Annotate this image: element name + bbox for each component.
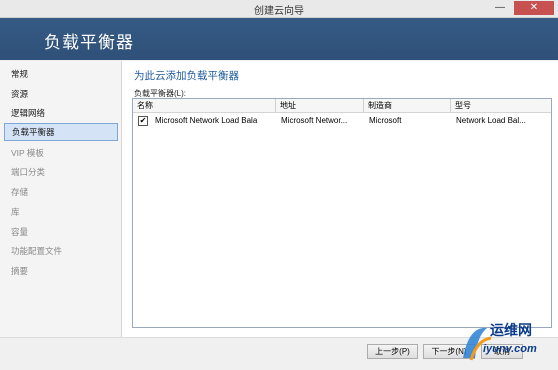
cell-model: Network Load Bal... bbox=[456, 116, 526, 125]
row-checkbox[interactable]: ✔ bbox=[138, 116, 148, 126]
sidebar-item-resources[interactable]: 资源 bbox=[4, 85, 118, 103]
sidebar-item-summary[interactable]: 摘要 bbox=[4, 262, 118, 280]
table-row[interactable]: ✔ Microsoft Network Load Bala Microsoft … bbox=[133, 114, 551, 127]
column-header-name[interactable]: 名称 bbox=[133, 99, 276, 112]
column-header-model[interactable]: 型号 bbox=[451, 99, 551, 112]
sidebar-item-logical-networks[interactable]: 逻辑网络 bbox=[4, 104, 118, 122]
main-panel: 为此云添加负载平衡器 负载平衡器(L): 名称 地址 制造商 型号 ✔ Micr… bbox=[122, 61, 558, 337]
sidebar-item-port-classifications[interactable]: 端口分类 bbox=[4, 163, 118, 181]
window-title: 创建云向导 bbox=[254, 6, 304, 17]
load-balancer-list[interactable]: 名称 地址 制造商 型号 ✔ Microsoft Network Load Ba… bbox=[132, 98, 552, 328]
sidebar-item-capacity[interactable]: 容量 bbox=[4, 223, 118, 241]
sidebar-item-storage[interactable]: 存储 bbox=[4, 183, 118, 201]
sidebar-item-vip-templates[interactable]: VIP 模板 bbox=[4, 144, 118, 162]
cell-name: Microsoft Network Load Bala bbox=[155, 116, 258, 125]
wizard-steps-sidebar: 常规 资源 逻辑网络 负载平衡器 VIP 模板 端口分类 存储 库 容量 功能配… bbox=[0, 61, 122, 337]
close-button[interactable]: ✕ bbox=[514, 1, 554, 15]
column-header-manufacturer[interactable]: 制造商 bbox=[364, 99, 451, 112]
sidebar-item-capability-profiles[interactable]: 功能配置文件 bbox=[4, 242, 118, 260]
list-header: 名称 地址 制造商 型号 bbox=[133, 99, 551, 113]
cell-manufacturer: Microsoft bbox=[369, 116, 402, 125]
watermark-name: 运维网 bbox=[490, 322, 532, 338]
sidebar-item-load-balancers[interactable]: 负载平衡器 bbox=[4, 123, 118, 141]
minimize-button[interactable]: — bbox=[489, 1, 511, 15]
cell-address: Microsoft Networ... bbox=[281, 116, 348, 125]
watermark-url: iyunv.com bbox=[483, 343, 537, 355]
previous-button[interactable]: 上一步(P) bbox=[367, 344, 418, 359]
sidebar-item-general[interactable]: 常规 bbox=[4, 65, 118, 83]
sidebar-item-library[interactable]: 库 bbox=[4, 203, 118, 221]
wizard-header: 负载平衡器 bbox=[0, 18, 558, 60]
section-heading: 为此云添加负载平衡器 bbox=[134, 70, 239, 82]
page-title: 负载平衡器 bbox=[44, 33, 134, 52]
column-header-address[interactable]: 地址 bbox=[276, 99, 364, 112]
title-bar: 创建云向导 — ✕ bbox=[0, 0, 558, 18]
